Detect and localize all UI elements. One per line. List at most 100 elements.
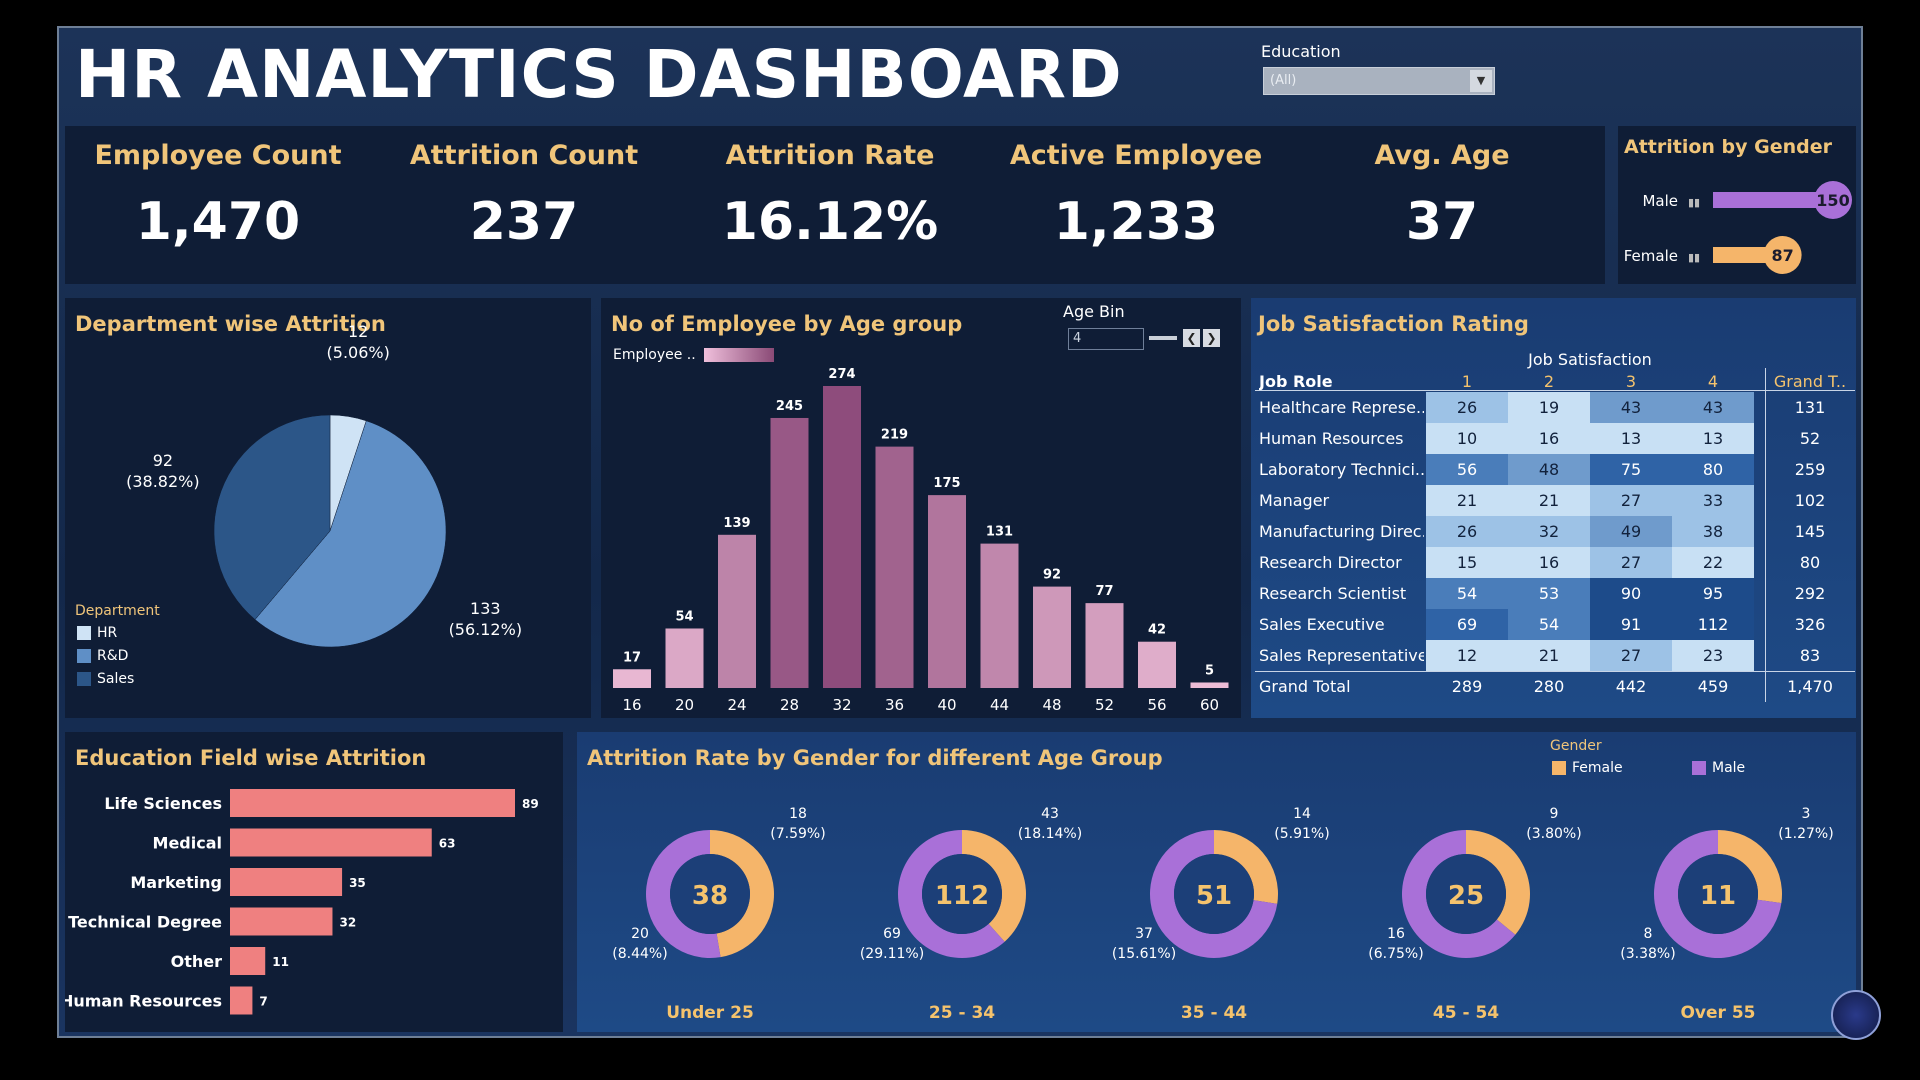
age-bar <box>665 628 704 688</box>
table-rule <box>1765 368 1766 702</box>
data-label: 150 <box>1816 191 1849 210</box>
data-label: 219 <box>881 428 908 443</box>
gender-label: Female <box>1624 247 1678 265</box>
x-tick-label: 32 <box>832 696 851 714</box>
age-bar <box>823 386 861 688</box>
education-field-panel: Education Field wise Attrition Life Scie… <box>65 732 563 1032</box>
table-row-label: Manufacturing Direc.. <box>1259 522 1424 541</box>
data-label: 63 <box>439 837 456 851</box>
table-cell: 19 <box>1508 392 1590 423</box>
department-attrition-panel: Department wise Attrition 12 (5.06%) 133 (5… <box>65 298 591 718</box>
male-value-label: 69 <box>883 926 901 942</box>
gender-label: Male <box>1642 192 1678 210</box>
female-percent-label: (1.27%) <box>1778 826 1833 842</box>
kpi-value: 1,470 <box>135 192 301 252</box>
table-cell: 16 <box>1508 547 1590 578</box>
education-filter-value: (All) <box>1270 73 1297 88</box>
table-cell: 69 <box>1426 609 1508 640</box>
education-filter[interactable]: (All) ▼ <box>1263 67 1495 95</box>
x-tick-label: 24 <box>727 696 746 714</box>
female-value-label: 14 <box>1293 806 1311 822</box>
donut-total: 25 <box>1448 881 1484 911</box>
male-percent-label: (6.75%) <box>1368 946 1423 962</box>
chevron-down-icon[interactable]: ▼ <box>1470 70 1492 92</box>
table-row-label: Research Scientist <box>1259 584 1407 603</box>
page-title: HR ANALYTICS DASHBOARD <box>75 36 1123 113</box>
grand-total-cell: 459 <box>1697 677 1729 696</box>
table-row-label: Human Resources <box>1259 429 1404 448</box>
legend-title: Department <box>75 603 160 619</box>
kpi-value: 37 <box>1405 192 1479 252</box>
category-label: Life Sciences <box>104 794 222 813</box>
table-cell: 21 <box>1426 485 1508 516</box>
category-label: Marketing <box>130 873 222 892</box>
female-value-label: 43 <box>1041 806 1059 822</box>
slice-percent-label: (56.12%) <box>449 620 523 639</box>
data-label: 175 <box>933 476 960 491</box>
donut-total: 38 <box>692 881 728 911</box>
male-percent-label: (8.44%) <box>612 946 667 962</box>
age-bar <box>928 495 966 688</box>
bar-chart-icon: ▮▮ <box>1688 196 1700 209</box>
kpi-label: Attrition Rate <box>725 140 935 171</box>
table-cell: 27 <box>1590 640 1672 671</box>
data-label: 92 <box>1043 568 1061 583</box>
table-cell: 75 <box>1590 454 1672 485</box>
table-cell: 43 <box>1590 392 1672 423</box>
kpi-value: 237 <box>469 192 579 252</box>
data-label: 131 <box>986 525 1013 540</box>
age-bar <box>613 669 651 688</box>
male-value-label: 8 <box>1644 926 1653 942</box>
x-tick-label: 60 <box>1200 696 1219 714</box>
age-bar-chart: 17 16 54 20 139 24 245 28 274 32 219 36 175 40 131 44 92… <box>613 367 1229 714</box>
table-cell: 22 <box>1672 547 1754 578</box>
donut-charts: 3818(7.59%)20(8.44%)Under 2511243(18.14%… <box>612 806 1833 1023</box>
category-label: Other <box>171 952 222 971</box>
education-bar <box>230 986 253 1015</box>
legend-item-rd: R&D <box>77 648 128 664</box>
kpi-panel: Employee Count 1,470 Attrition Count 237… <box>65 126 1605 284</box>
table-row-label: Research Director <box>1259 553 1402 572</box>
table-cell: 49 <box>1590 516 1672 547</box>
age-bar <box>1190 682 1229 688</box>
age-group-label: Over 55 <box>1680 1003 1755 1023</box>
age-group-label: 25 - 34 <box>929 1003 995 1023</box>
education-bar <box>230 868 343 896</box>
education-filter-label: Education <box>1261 42 1341 61</box>
age-group-label: Under 25 <box>666 1003 754 1023</box>
table-row-label: Sales Executive <box>1259 615 1385 634</box>
table-cell: 48 <box>1508 454 1590 485</box>
category-label: Medical <box>153 834 222 853</box>
age-bar <box>1033 586 1071 688</box>
female-percent-label: (18.14%) <box>1018 826 1082 842</box>
job-satisfaction-table: Job Satisfaction Job Role 1 2 3 4 Grand T.. Hea… <box>1251 298 1856 718</box>
slice-percent-label: (38.82%) <box>126 472 200 491</box>
slice-value-label: 92 <box>153 451 173 470</box>
table-row-label: Healthcare Represe.. <box>1259 398 1424 417</box>
education-bar <box>230 828 432 857</box>
table-cell: 10 <box>1426 423 1508 454</box>
male-percent-label: (15.61%) <box>1112 946 1176 962</box>
age-bar <box>980 543 1019 688</box>
table-cell: 54 <box>1426 578 1508 609</box>
x-tick-label: 20 <box>675 696 694 714</box>
legend-item-sales: Sales <box>77 671 134 687</box>
table-cell: 32 <box>1508 516 1590 547</box>
table-cell: 80 <box>1672 454 1754 485</box>
row-total: 52 <box>1799 429 1821 448</box>
x-tick-label: 52 <box>1095 696 1114 714</box>
table-row-label: Laboratory Technici.. <box>1259 460 1424 479</box>
table-cell: 56 <box>1426 454 1508 485</box>
legend-swatch <box>77 626 91 640</box>
table-cell: 91 <box>1590 609 1672 640</box>
donut-total: 11 <box>1700 881 1736 911</box>
table-cell: 21 <box>1508 485 1590 516</box>
age-group-panel: No of Employee by Age group Employee .. … <box>601 298 1241 718</box>
age-bar <box>770 417 809 688</box>
x-tick-label: 16 <box>622 696 641 714</box>
kpi-label: Active Employee <box>1009 140 1263 171</box>
legend-swatch <box>77 672 91 686</box>
male-value-label: 16 <box>1387 926 1405 942</box>
grand-total-value: 1,470 <box>1787 677 1833 696</box>
data-label: 5 <box>1205 663 1214 678</box>
